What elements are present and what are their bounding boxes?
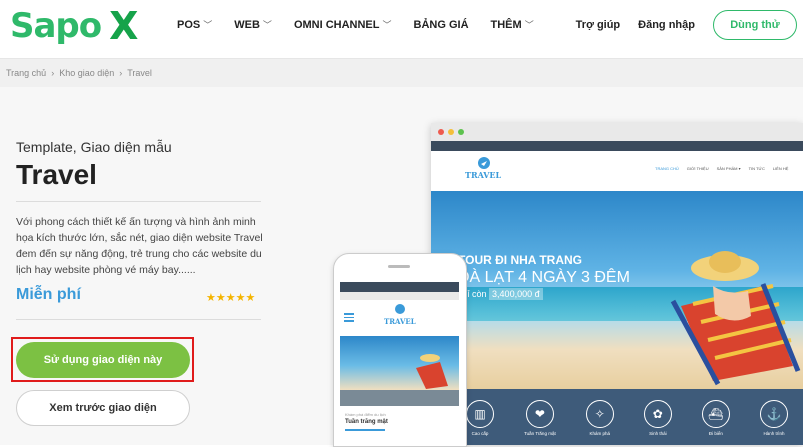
preview-menu-item: SẢN PHẨM ▾	[716, 166, 741, 171]
hamburger-menu-icon	[344, 313, 354, 322]
category-item: ⛴ Đi biển	[701, 400, 730, 436]
divider	[16, 319, 261, 320]
nav-label: BẢNG GIÁ	[413, 18, 469, 31]
nav-item-web[interactable]: WEB ﹀	[234, 18, 272, 31]
palm-icon: ✿	[643, 400, 672, 428]
template-title: Travel	[16, 159, 97, 190]
phone-searchbar	[340, 292, 459, 300]
try-button[interactable]: Dùng thử	[713, 10, 797, 40]
phone-section-title: Tuần trăng mật	[345, 419, 388, 425]
nav-item-omni-channel[interactable]: OMNI CHANNEL ﹀	[294, 18, 392, 31]
phone-speaker	[388, 265, 410, 268]
login-link[interactable]: Đăng nhập	[638, 19, 695, 31]
preview-menu-item: TIN TỨC	[748, 166, 765, 171]
nav-item-pricing[interactable]: BẢNG GIÁ	[414, 18, 469, 31]
breadcrumb-current: Travel	[127, 68, 152, 78]
category-item: ✧ Khám phá	[585, 400, 614, 436]
site-header: Sapo X POS ﹀ WEB ﹀ OMNI CHANNEL ﹀ BẢNG GIÁ …	[0, 0, 803, 59]
main-nav: POS ﹀ WEB ﹀ OMNI CHANNEL ﹀ BẢNG GIÁ THÊM ﹀	[177, 18, 556, 31]
breadcrumb-home[interactable]: Trang chủ	[6, 68, 46, 78]
preview-hero-image: TOUR ĐI NHA TRANG ĐÀ LẠT 4 NGÀY 3 ĐÊM ch…	[431, 191, 803, 389]
chevron-down-icon: ﹀	[382, 20, 392, 30]
breadcrumb-separator: ›	[119, 68, 123, 78]
nav-label: POS	[177, 18, 201, 31]
breadcrumb-themes[interactable]: Kho giao diện	[59, 68, 114, 78]
ship-icon: ⛴	[701, 400, 730, 428]
star-rating: ★★★★★	[206, 292, 256, 304]
beach-chair-illustration	[670, 251, 801, 386]
phone-icon-strip	[340, 390, 459, 406]
help-link[interactable]: Trợ giúp	[576, 19, 620, 31]
breadcrumb-bar: Trang chủ › Kho giao diện › Travel	[0, 59, 803, 87]
hero-line-1: TOUR ĐI NHA TRANG	[458, 253, 582, 267]
phone-section-label: Khám phá điểm du lịch	[345, 412, 386, 417]
logo-text: Sapo	[10, 6, 102, 46]
preview-category-icons: ▥ Cao cấp ❤ Tuần Trăng mật ✧ Khám phá ✿ Sinh…	[431, 389, 803, 445]
category-item: ⚓ Hành trình	[759, 400, 788, 436]
close-dot-icon	[438, 129, 444, 135]
preview-topbar	[431, 141, 803, 151]
cruise-icon: ⚓	[759, 400, 788, 428]
minimize-dot-icon	[448, 129, 454, 135]
beach-chair-illustration	[416, 354, 448, 389]
nav-label: THÊM	[490, 18, 522, 31]
maximize-dot-icon	[458, 129, 464, 135]
preview-menu-item: LIÊN HỆ	[772, 166, 789, 171]
preview-menu: TRANG CHỦ GIỚI THIỆU SẢN PHẨM ▾ TIN TỨC …	[655, 166, 788, 171]
phone-section-underline	[345, 429, 385, 431]
phone-hero-image	[340, 336, 459, 390]
use-template-button[interactable]: Sử dụng giao diện này	[16, 342, 190, 378]
header-actions: Trợ giúp Đăng nhập Dùng thử	[576, 10, 803, 40]
category-label: Đi biển	[708, 431, 723, 436]
chevron-down-icon: ﹀	[203, 20, 213, 30]
template-price: Miễn phí	[16, 286, 81, 303]
category-item: ❤ Tuần Trăng mật	[524, 400, 556, 436]
chevron-down-icon: ﹀	[262, 20, 272, 30]
phone-nav: TRAVEL	[340, 300, 459, 336]
browser-chrome	[431, 123, 803, 141]
preview-menu-item: TRANG CHỦ	[655, 166, 679, 171]
phone-screen: TRAVEL Khám phá điểm du lịch Tuần trăng …	[340, 282, 459, 446]
logo-x: X	[109, 4, 138, 48]
category-label: Sinh thái	[649, 431, 667, 436]
hero-price: chỉ còn 3,400,000 đ	[458, 288, 543, 300]
hero-price-value: 3,400,000 đ	[489, 288, 543, 300]
template-description: Với phong cách thiết kế ấn tượng và hình…	[16, 216, 263, 276]
category-label: Tuần Trăng mật	[524, 431, 556, 436]
preview-template-button[interactable]: Xem trước giao diện	[16, 390, 190, 426]
mobile-preview: TRAVEL Khám phá điểm du lịch Tuần trăng …	[333, 253, 467, 447]
category-item: ✿ Sinh thái	[643, 400, 672, 436]
preview-logo-text: TRAVEL	[465, 170, 502, 180]
travel-logo-icon	[395, 304, 405, 314]
nav-item-more[interactable]: THÊM ﹀	[491, 18, 534, 31]
chevron-down-icon: ﹀	[524, 20, 534, 30]
breadcrumb: Trang chủ › Kho giao diện › Travel	[6, 68, 152, 78]
nav-label: WEB	[234, 18, 260, 31]
template-detail: Template, Giao diện mẫu Travel Với phong…	[0, 87, 803, 447]
preview-menu-item: GIỚI THIỆU	[686, 166, 709, 171]
sapo-logo[interactable]: Sapo X	[10, 4, 138, 48]
category-label: Khám phá	[589, 431, 611, 436]
phone-logo-text: TRAVEL	[384, 317, 416, 326]
compass-icon: ✧	[585, 400, 614, 428]
nav-item-pos[interactable]: POS ﹀	[177, 18, 212, 31]
template-subtitle: Template, Giao diện mẫu	[16, 139, 172, 155]
category-item: ▥ Cao cấp	[466, 400, 495, 436]
phone-topbar	[340, 282, 459, 292]
category-label: Hành trình	[763, 431, 785, 436]
category-label: Cao cấp	[471, 431, 489, 436]
breadcrumb-separator: ›	[51, 68, 55, 78]
building-icon: ▥	[466, 400, 495, 428]
preview-nav: TRAVEL TRANG CHỦ GIỚI THIỆU SẢN PHẨM ▾ T…	[431, 151, 803, 191]
divider	[16, 201, 261, 202]
hero-line-2: ĐÀ LẠT 4 NGÀY 3 ĐÊM	[458, 269, 630, 286]
nav-label: OMNI CHANNEL	[293, 18, 380, 31]
hearts-icon: ❤	[525, 400, 554, 428]
desktop-preview: TRAVEL TRANG CHỦ GIỚI THIỆU SẢN PHẨM ▾ T…	[431, 123, 803, 445]
